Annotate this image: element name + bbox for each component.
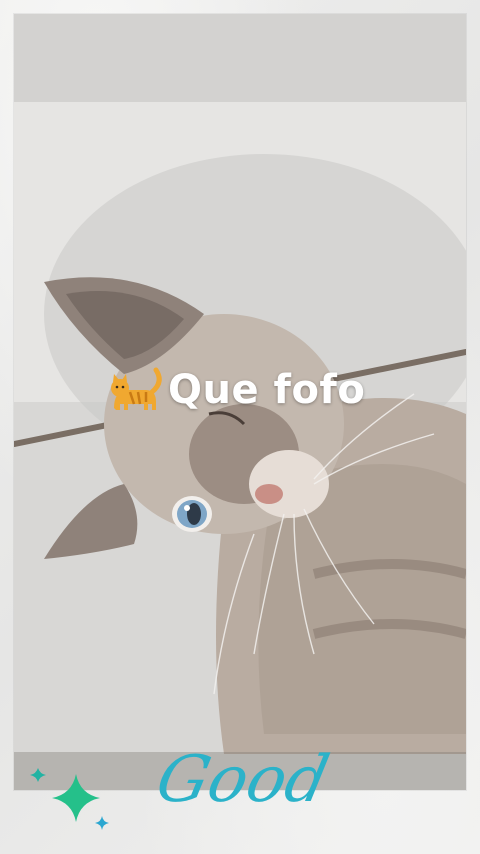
- sticker-text: Good: [150, 743, 336, 817]
- cat-emoji: [111, 367, 162, 410]
- sparkle-icon: [30, 768, 109, 830]
- caption-text: Que fofo: [168, 367, 366, 413]
- caption: Que fofo: [108, 362, 365, 418]
- good-sticker: Good: [28, 743, 335, 844]
